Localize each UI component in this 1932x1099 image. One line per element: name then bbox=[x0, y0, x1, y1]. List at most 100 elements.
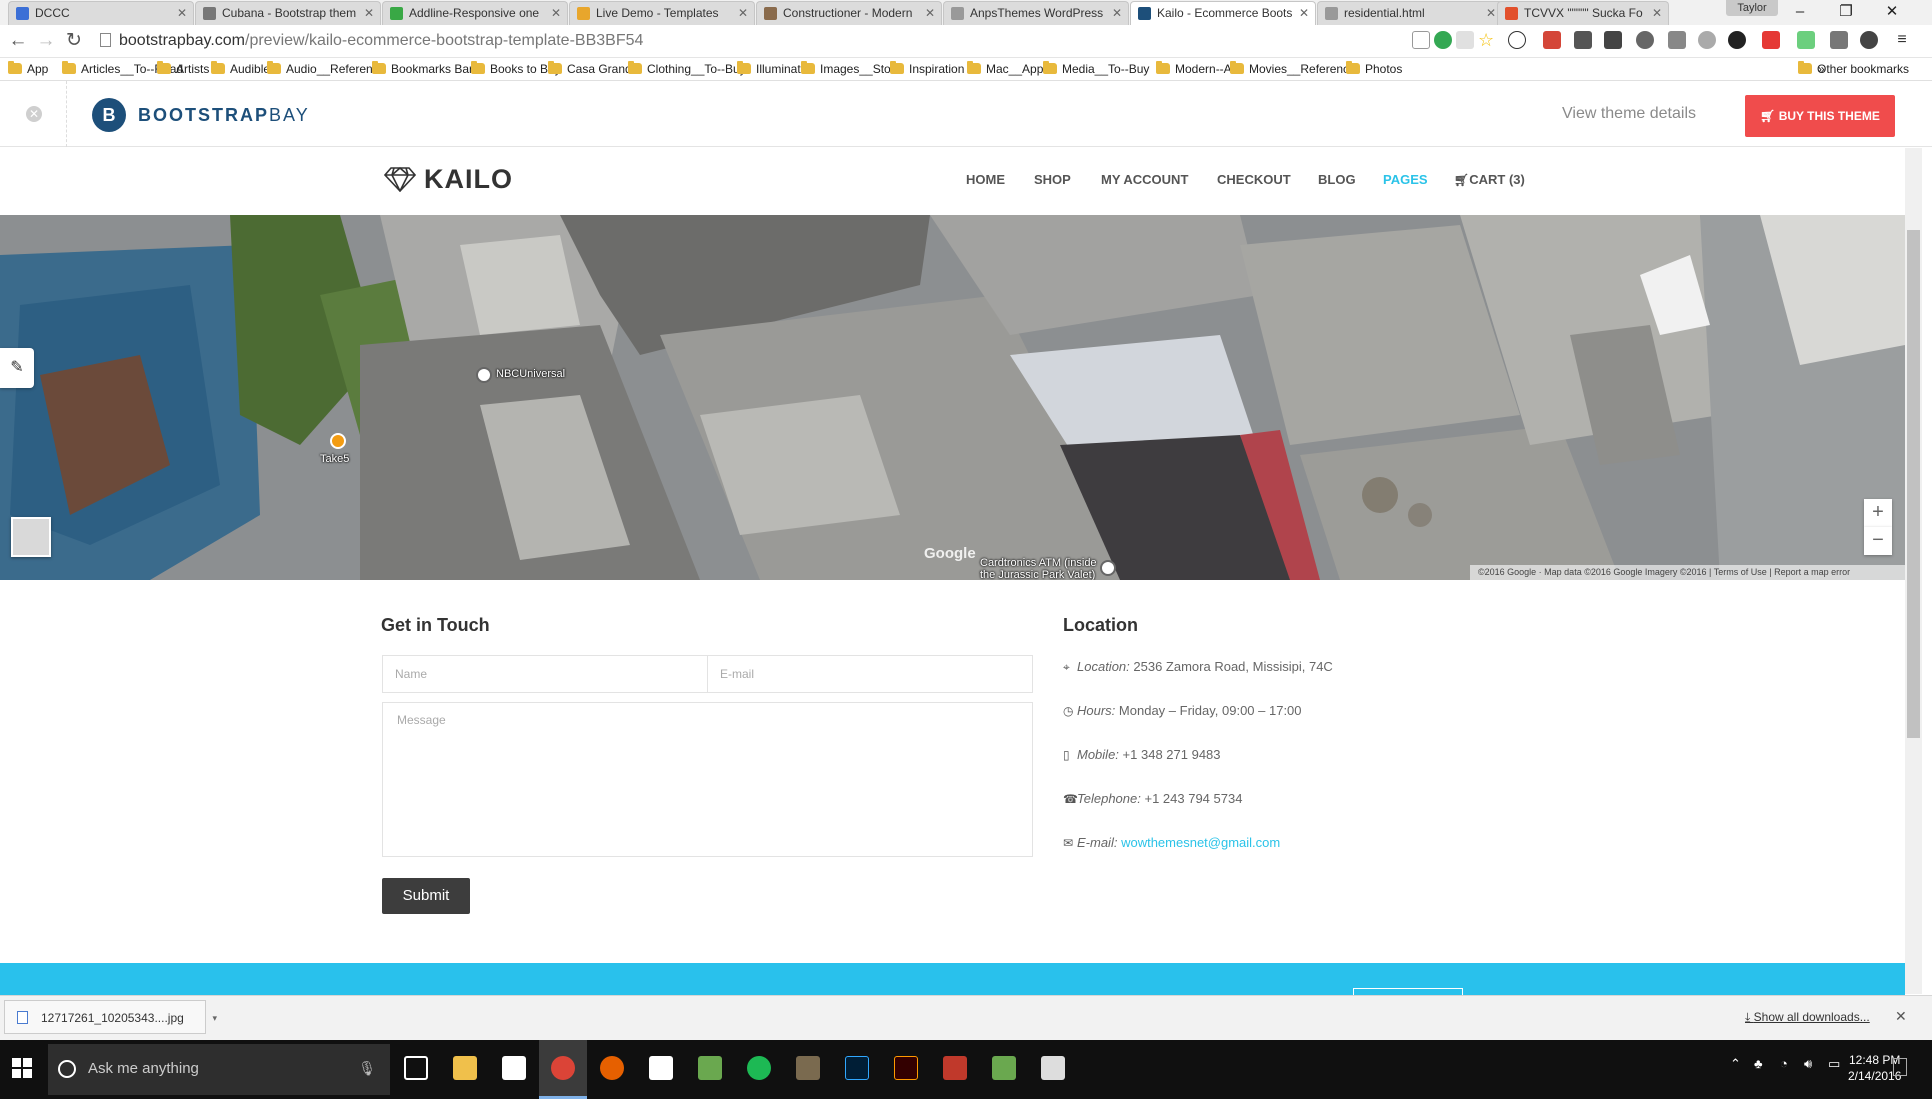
spotify-icon[interactable] bbox=[747, 1056, 771, 1080]
tray-app-icon[interactable]: ♣ bbox=[1754, 1056, 1763, 1071]
close-tab-icon[interactable]: ✕ bbox=[551, 2, 561, 24]
browser-tab[interactable]: residential.html ✕ bbox=[1317, 1, 1503, 25]
close-tab-icon[interactable]: ✕ bbox=[1112, 2, 1122, 24]
close-window-icon[interactable]: ✕ bbox=[1869, 0, 1915, 24]
download-item[interactable]: 12717261_10205343....jpg ▾ bbox=[4, 1000, 217, 1034]
nav-item-checkout[interactable]: CHECKOUT bbox=[1217, 172, 1291, 187]
close-tab-icon[interactable]: ✕ bbox=[177, 2, 187, 24]
satellite-toggle[interactable] bbox=[11, 517, 51, 557]
chrome-icon[interactable] bbox=[551, 1056, 575, 1080]
bootstrapbay-logo-icon[interactable]: B bbox=[92, 98, 126, 132]
star-icon[interactable]: ☆ bbox=[1478, 31, 1496, 49]
store-icon[interactable] bbox=[502, 1056, 526, 1080]
view-theme-details-link[interactable]: View theme details bbox=[1562, 105, 1696, 123]
chevron-down-icon[interactable]: ▾ bbox=[212, 1001, 217, 1035]
extension-icon[interactable] bbox=[1604, 31, 1622, 49]
file-explorer-icon[interactable] bbox=[453, 1056, 477, 1080]
browser-tab[interactable]: TCVVX """"" Sucka Fo ✕ bbox=[1497, 1, 1669, 25]
sublime-icon[interactable] bbox=[796, 1056, 820, 1080]
style-switcher-icon[interactable]: ✎ bbox=[0, 348, 34, 388]
bookmark-item[interactable]: Images__Stock bbox=[801, 61, 903, 78]
illustrator-icon[interactable] bbox=[894, 1056, 918, 1080]
photoshop-icon[interactable] bbox=[845, 1056, 869, 1080]
app-icon[interactable] bbox=[992, 1056, 1016, 1080]
app-icon[interactable] bbox=[943, 1056, 967, 1080]
keyboard-icon[interactable]: ▭ bbox=[1828, 1056, 1840, 1072]
bookmark-item[interactable]: Inspiration bbox=[890, 61, 964, 78]
bookmark-item[interactable]: App bbox=[8, 61, 48, 78]
close-tab-icon[interactable]: ✕ bbox=[1299, 2, 1309, 24]
task-view-icon[interactable] bbox=[404, 1056, 428, 1080]
browser-tab[interactable]: DCCC ✕ bbox=[8, 1, 194, 25]
bookmark-item[interactable]: Photos bbox=[1346, 61, 1402, 78]
buy-theme-button[interactable]: 🛒︎ BUY THIS THEME bbox=[1745, 95, 1895, 137]
bookmark-item[interactable]: Audio__Reference bbox=[267, 61, 385, 78]
gitkraken-icon[interactable] bbox=[698, 1056, 722, 1080]
restaurant-pin-icon[interactable] bbox=[330, 433, 346, 449]
extension-icon[interactable] bbox=[1668, 31, 1686, 49]
menu-icon[interactable]: ≡ bbox=[1893, 31, 1911, 49]
notifications-icon[interactable] bbox=[1893, 1058, 1907, 1076]
chevron-up-icon[interactable]: ⌃ bbox=[1730, 1056, 1741, 1072]
nav-item-pages[interactable]: PAGES bbox=[1383, 172, 1428, 187]
browser-tab[interactable]: Live Demo - Templates ✕ bbox=[569, 1, 755, 25]
browser-tab[interactable]: AnpsThemes WordPress ✕ bbox=[943, 1, 1129, 25]
message-textarea[interactable]: Message bbox=[382, 702, 1033, 857]
map-attribution[interactable]: ©2016 Google · Map data ©2016 Google Ima… bbox=[1470, 565, 1905, 580]
recycle-icon[interactable] bbox=[1830, 31, 1848, 49]
cortana-search[interactable]: Ask me anything 🎙︎ bbox=[48, 1044, 390, 1095]
email-input[interactable]: E-mail bbox=[707, 655, 1033, 693]
wifi-icon[interactable]: ◔ bbox=[1780, 1056, 1788, 1071]
close-downloads-icon[interactable]: ✕ bbox=[1895, 1008, 1907, 1025]
extension-icon[interactable] bbox=[1797, 31, 1815, 49]
close-tab-icon[interactable]: ✕ bbox=[1652, 2, 1662, 24]
submit-button[interactable]: Submit bbox=[382, 878, 470, 914]
close-preview-icon[interactable]: ✕ bbox=[26, 106, 42, 122]
browser-tab[interactable]: Constructioner - Modern ✕ bbox=[756, 1, 942, 25]
pocket-icon[interactable] bbox=[1574, 31, 1592, 49]
zoom-in-button[interactable]: + bbox=[1864, 499, 1892, 527]
bookmark-item[interactable]: Audible bbox=[211, 61, 270, 78]
close-tab-icon[interactable]: ✕ bbox=[364, 2, 374, 24]
microphone-icon[interactable]: 🎙︎ bbox=[358, 1060, 376, 1077]
nav-item-blog[interactable]: BLOG bbox=[1318, 172, 1356, 187]
browser-tab[interactable]: Kailo - Ecommerce Boots ✕ bbox=[1130, 1, 1316, 25]
address-bar[interactable]: bootstrapbay.com/preview/kailo-ecommerce… bbox=[94, 29, 1394, 53]
page-scrollbar[interactable] bbox=[1905, 148, 1922, 994]
zoom-out-button[interactable]: − bbox=[1864, 527, 1892, 555]
extension-icon[interactable] bbox=[1698, 31, 1716, 49]
extension-icon[interactable] bbox=[1636, 31, 1654, 49]
extension-icon[interactable] bbox=[1456, 31, 1474, 49]
bookmark-item[interactable]: Artists bbox=[157, 61, 209, 78]
bookmark-item[interactable]: Casa Grande bbox=[548, 61, 638, 78]
restore-icon[interactable]: ❐ bbox=[1823, 0, 1869, 24]
browser-tab[interactable]: Cubana - Bootstrap them ✕ bbox=[195, 1, 381, 25]
close-tab-icon[interactable]: ✕ bbox=[1486, 2, 1496, 24]
nav-item-my-account[interactable]: MY ACCOUNT bbox=[1101, 172, 1188, 187]
extension-icon[interactable] bbox=[1860, 31, 1878, 49]
forward-icon[interactable]: → bbox=[34, 29, 58, 53]
profile-button[interactable]: Taylor bbox=[1726, 0, 1778, 16]
site-logo[interactable]: KAILO bbox=[383, 164, 513, 195]
nav-item-home[interactable]: HOME bbox=[966, 172, 1005, 187]
back-icon[interactable]: ← bbox=[6, 29, 30, 53]
close-tab-icon[interactable]: ✕ bbox=[738, 2, 748, 24]
bootstrapbay-brand[interactable]: BOOTSTRAPBAY bbox=[138, 105, 310, 126]
reload-icon[interactable]: ↻ bbox=[62, 29, 86, 53]
bookmark-item[interactable]: Clothing__To--Buy bbox=[628, 61, 746, 78]
bookmark-item[interactable]: Media__To--Buy bbox=[1043, 61, 1149, 78]
browser-tab[interactable]: Addline-Responsive one ✕ bbox=[382, 1, 568, 25]
eye-icon[interactable] bbox=[1728, 31, 1746, 49]
map-pin-icon[interactable] bbox=[476, 367, 492, 383]
volume-icon[interactable]: 🔊︎ bbox=[1804, 1056, 1812, 1072]
bookmark-item[interactable]: Mac__Apps bbox=[967, 61, 1049, 78]
minimize-icon[interactable]: – bbox=[1777, 0, 1823, 24]
other-bookmarks[interactable]: Other bookmarks bbox=[1798, 61, 1909, 78]
scrollbar-thumb[interactable] bbox=[1907, 230, 1920, 738]
firefox-icon[interactable] bbox=[600, 1056, 624, 1080]
location-map[interactable]: ✎ NBCUniversal Take5 Cardtronics ATM (in… bbox=[0, 215, 1905, 580]
close-tab-icon[interactable]: ✕ bbox=[925, 2, 935, 24]
nav-item-shop[interactable]: SHOP bbox=[1034, 172, 1071, 187]
nav-item-cart[interactable]: 🛒︎CART (3) bbox=[1454, 172, 1525, 187]
atm-pin-icon[interactable] bbox=[1100, 560, 1116, 576]
